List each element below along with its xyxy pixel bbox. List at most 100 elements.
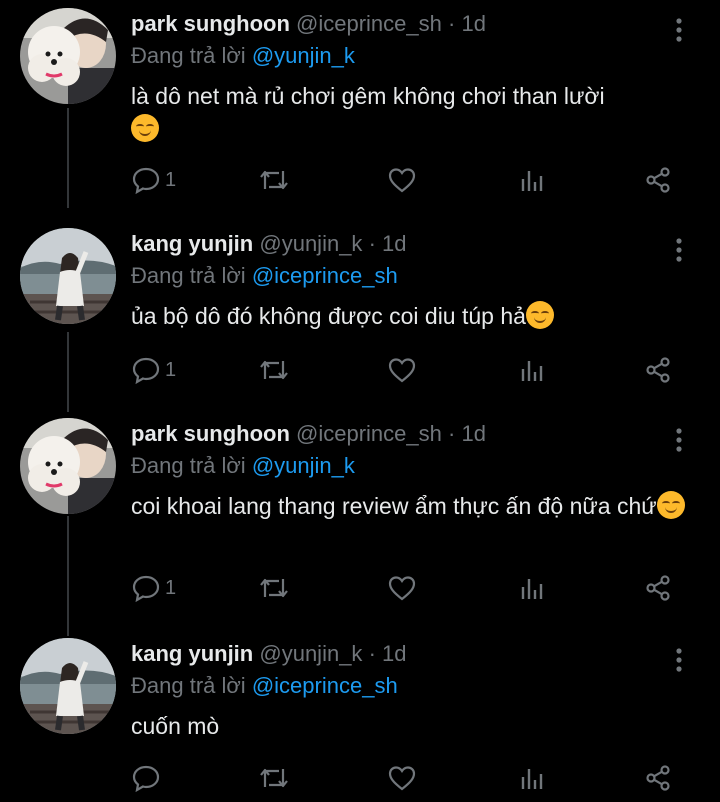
tweet[interactable]: kang yunjin @yunjin_k · 1d Đang trả lời … bbox=[0, 220, 720, 410]
retweet-icon bbox=[260, 768, 288, 788]
tweet-text-content: là dô net mà rủ chơi gêm không chơi than… bbox=[131, 83, 605, 109]
views-button[interactable] bbox=[517, 164, 547, 196]
avatar[interactable] bbox=[20, 638, 116, 734]
analytics-icon bbox=[521, 769, 543, 789]
separator: · bbox=[368, 231, 376, 256]
reply-bubble-icon bbox=[132, 575, 160, 603]
tweet-header: kang yunjin @yunjin_k · 1d bbox=[131, 230, 407, 258]
avatar[interactable] bbox=[20, 228, 116, 324]
replying-to-mention[interactable]: @yunjin_k bbox=[252, 43, 355, 68]
like-button[interactable] bbox=[387, 572, 417, 604]
display-name[interactable]: park sunghoon bbox=[131, 11, 290, 36]
share-button[interactable] bbox=[643, 354, 673, 386]
separator: · bbox=[368, 641, 376, 666]
reply-bubble-icon bbox=[132, 357, 160, 385]
reply-bubble-icon bbox=[132, 167, 160, 195]
like-button[interactable] bbox=[387, 354, 417, 386]
tweet-header: kang yunjin @yunjin_k · 1d bbox=[131, 640, 407, 668]
display-name[interactable]: kang yunjin bbox=[131, 231, 253, 256]
more-vertical-icon[interactable] bbox=[668, 646, 690, 674]
tweet-header: park sunghoon @iceprince_sh · 1d bbox=[131, 420, 486, 448]
reply-button[interactable]: 1 bbox=[131, 572, 176, 604]
display-name[interactable]: kang yunjin bbox=[131, 641, 253, 666]
reply-button[interactable] bbox=[131, 762, 165, 794]
relieved-face-emoji bbox=[525, 301, 554, 329]
replying-to-label: Đang trả lời bbox=[131, 453, 246, 478]
more-vertical-icon[interactable] bbox=[668, 16, 690, 44]
girl-by-sea-avatar bbox=[20, 228, 116, 324]
dog-and-boy-avatar bbox=[20, 418, 116, 514]
retweet-button[interactable] bbox=[257, 354, 291, 386]
user-handle[interactable]: @iceprince_sh bbox=[296, 11, 442, 36]
replying-to-mention[interactable]: @iceprince_sh bbox=[252, 673, 398, 698]
replying-to-label: Đang trả lời bbox=[131, 263, 246, 288]
heart-icon bbox=[388, 168, 416, 193]
action-bar bbox=[131, 762, 691, 794]
girl-by-sea-avatar bbox=[20, 638, 116, 734]
like-button[interactable] bbox=[387, 762, 417, 794]
reply-count: 1 bbox=[165, 168, 177, 191]
views-button[interactable] bbox=[517, 354, 547, 386]
reply-bubble-icon bbox=[132, 765, 160, 793]
tweet-text: coi khoai lang thang review ẩm thực ấn đ… bbox=[131, 490, 691, 523]
user-handle[interactable]: @yunjin_k bbox=[259, 231, 362, 256]
tweet-text-content: coi khoai lang thang review ẩm thực ấn đ… bbox=[131, 493, 657, 519]
relieved-face-emoji bbox=[656, 491, 685, 519]
avatar[interactable] bbox=[20, 418, 116, 514]
user-handle[interactable]: @iceprince_sh bbox=[296, 421, 442, 446]
share-button[interactable] bbox=[643, 164, 673, 196]
tweet[interactable]: park sunghoon @iceprince_sh · 1d Đang tr… bbox=[0, 410, 720, 630]
tweet-text: là dô net mà rủ chơi gêm không chơi than… bbox=[131, 80, 691, 146]
replying-to: Đang trả lời @yunjin_k bbox=[131, 42, 355, 70]
reply-button[interactable]: 1 bbox=[131, 164, 176, 196]
reply-button[interactable]: 1 bbox=[131, 354, 176, 386]
more-vertical-icon[interactable] bbox=[668, 426, 690, 454]
retweet-icon bbox=[260, 578, 288, 598]
share-icon bbox=[646, 357, 670, 383]
separator: · bbox=[448, 11, 456, 36]
share-icon bbox=[646, 765, 670, 791]
action-bar: 1 bbox=[131, 164, 691, 196]
action-bar: 1 bbox=[131, 572, 691, 604]
retweet-button[interactable] bbox=[257, 164, 291, 196]
heart-icon bbox=[388, 766, 416, 791]
heart-icon bbox=[388, 358, 416, 383]
timestamp[interactable]: 1d bbox=[382, 641, 406, 666]
tweet-header: park sunghoon @iceprince_sh · 1d bbox=[131, 10, 486, 38]
tweet[interactable]: park sunghoon @iceprince_sh · 1d Đang tr… bbox=[0, 0, 720, 210]
retweet-button[interactable] bbox=[257, 572, 291, 604]
more-vertical-icon[interactable] bbox=[668, 236, 690, 264]
replying-to-label: Đang trả lời bbox=[131, 43, 246, 68]
share-button[interactable] bbox=[643, 762, 673, 794]
tweet-text-content: ủa bộ dô đó không được coi diu túp hả bbox=[131, 303, 526, 329]
replying-to: Đang trả lời @iceprince_sh bbox=[131, 262, 398, 290]
replying-to: Đang trả lời @yunjin_k bbox=[131, 452, 355, 480]
timestamp[interactable]: 1d bbox=[382, 231, 406, 256]
tweet-text-content: cuốn mò bbox=[131, 713, 220, 739]
views-button[interactable] bbox=[517, 762, 547, 794]
replying-to-mention[interactable]: @yunjin_k bbox=[252, 453, 355, 478]
display-name[interactable]: park sunghoon bbox=[131, 421, 290, 446]
tweet-text: cuốn mò bbox=[131, 710, 691, 743]
timestamp[interactable]: 1d bbox=[461, 11, 485, 36]
share-icon bbox=[646, 167, 670, 193]
replying-to-label: Đang trả lời bbox=[131, 673, 246, 698]
analytics-icon bbox=[521, 579, 543, 599]
retweet-button[interactable] bbox=[257, 762, 291, 794]
avatar[interactable] bbox=[20, 8, 116, 104]
user-handle[interactable]: @yunjin_k bbox=[259, 641, 362, 666]
replying-to: Đang trả lời @iceprince_sh bbox=[131, 672, 398, 700]
dog-and-boy-avatar bbox=[20, 8, 116, 104]
replying-to-mention[interactable]: @iceprince_sh bbox=[252, 263, 398, 288]
reply-count: 1 bbox=[165, 576, 177, 599]
relieved-face-emoji bbox=[131, 114, 159, 142]
share-button[interactable] bbox=[643, 572, 673, 604]
timestamp[interactable]: 1d bbox=[461, 421, 485, 446]
like-button[interactable] bbox=[387, 164, 417, 196]
action-bar: 1 bbox=[131, 354, 691, 386]
tweet[interactable]: kang yunjin @yunjin_k · 1d Đang trả lời … bbox=[0, 630, 720, 802]
views-button[interactable] bbox=[517, 572, 547, 604]
heart-icon bbox=[388, 576, 416, 601]
tweet-text: ủa bộ dô đó không được coi diu túp hả bbox=[131, 300, 691, 333]
analytics-icon bbox=[521, 361, 543, 381]
